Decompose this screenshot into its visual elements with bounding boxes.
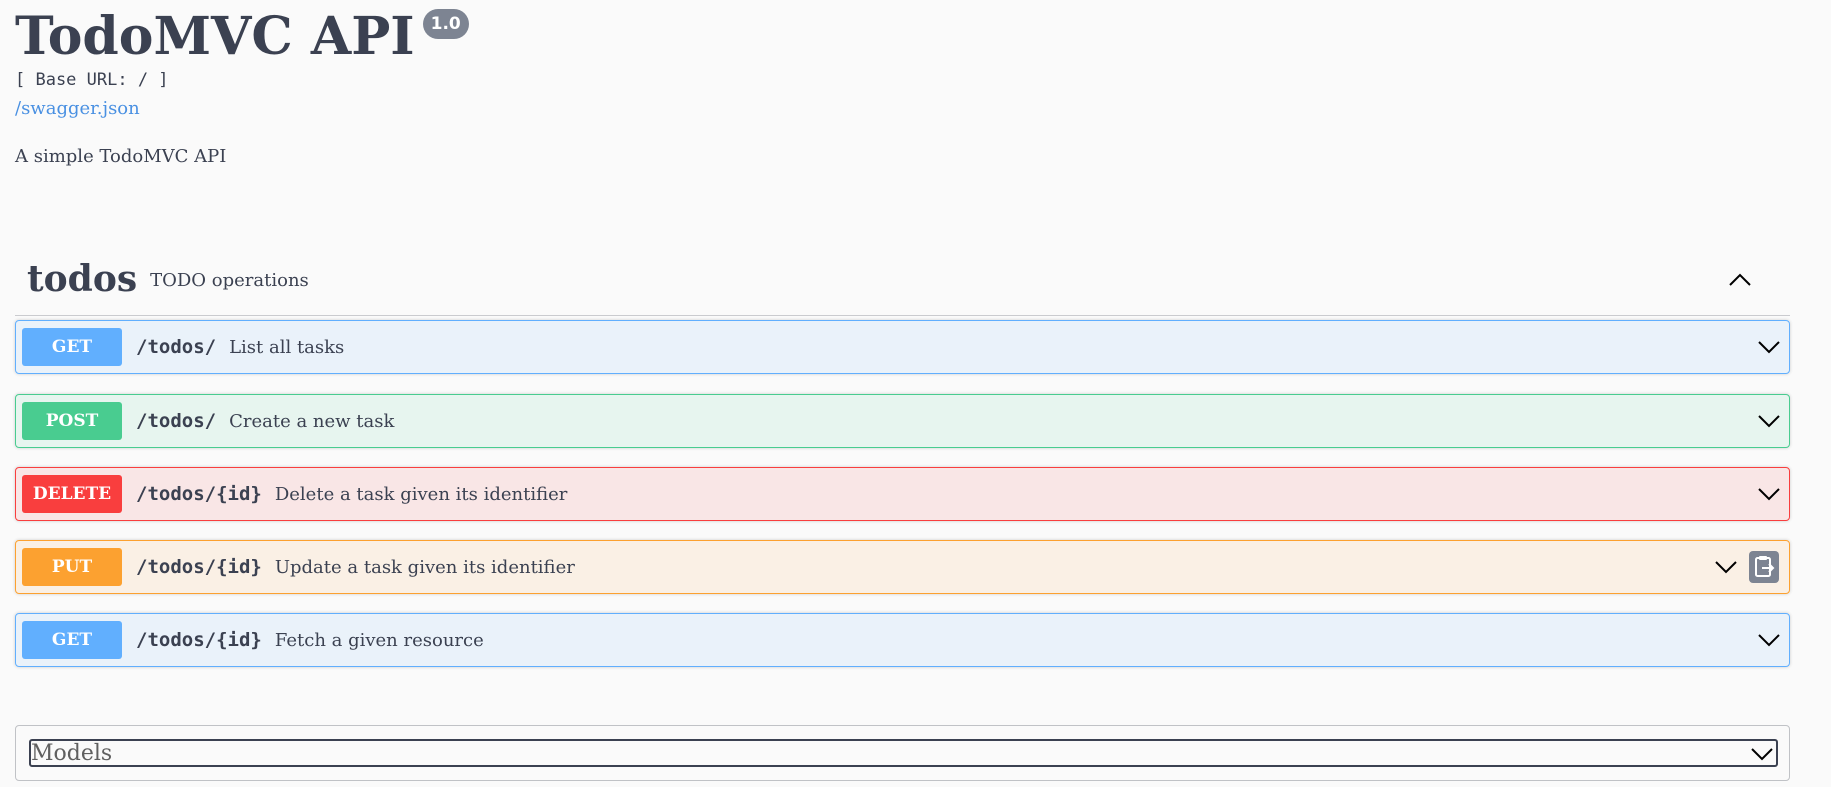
operation-path: /todos/{id} xyxy=(136,629,262,651)
version-badge: 1.0 xyxy=(422,9,469,39)
swagger-json-link[interactable]: /swagger.json xyxy=(15,98,140,120)
operation-path: /todos/{id} xyxy=(136,483,262,505)
swagger-ui-page: TodoMVC API 1.0 [ Base URL: / ] /swagger… xyxy=(0,0,1831,787)
tag-name: todos xyxy=(27,258,138,300)
operation-get-todo[interactable]: GET /todos/{id} Fetch a given resource xyxy=(15,613,1790,667)
api-info: TodoMVC API 1.0 [ Base URL: / ] /swagger… xyxy=(15,6,469,168)
chevron-down-icon[interactable] xyxy=(1757,337,1781,357)
operation-path: /todos/ xyxy=(136,410,217,432)
models-toggle-button[interactable]: Models xyxy=(29,739,1778,767)
tag-header[interactable]: todos TODO operations xyxy=(15,243,1790,316)
method-badge: PUT xyxy=(22,548,122,586)
tag-section-todos: todos TODO operations xyxy=(15,243,1790,316)
api-title: TodoMVC API xyxy=(15,6,415,67)
models-label: Models xyxy=(31,741,113,766)
chevron-down-icon[interactable] xyxy=(1750,744,1774,764)
operation-summary: Create a new task xyxy=(229,410,395,432)
tag-description: TODO operations xyxy=(150,270,309,291)
method-badge: DELETE xyxy=(22,475,122,513)
operation-summary: Fetch a given resource xyxy=(274,629,484,651)
operation-get-todos[interactable]: GET /todos/ List all tasks xyxy=(15,320,1790,374)
base-url: [ Base URL: / ] xyxy=(15,70,169,90)
method-badge: GET xyxy=(22,328,122,366)
api-description: A simple TodoMVC API xyxy=(15,146,227,167)
operation-summary: Update a task given its identifier xyxy=(274,556,575,578)
operation-put-todo[interactable]: PUT /todos/{id} Update a task given its … xyxy=(15,540,1790,594)
operation-path: /todos/ xyxy=(136,336,217,358)
chevron-down-icon[interactable] xyxy=(1757,484,1781,504)
chevron-down-icon[interactable] xyxy=(1757,630,1781,650)
operation-summary: Delete a task given its identifier xyxy=(274,483,568,505)
clipboard-icon xyxy=(1755,556,1775,577)
operation-post-todos[interactable]: POST /todos/ Create a new task xyxy=(15,394,1790,448)
chevron-down-icon[interactable] xyxy=(1757,411,1781,431)
method-badge: GET xyxy=(22,621,122,659)
chevron-up-icon[interactable] xyxy=(1728,269,1752,289)
method-badge: POST xyxy=(22,402,122,440)
operation-summary: List all tasks xyxy=(229,336,345,358)
chevron-down-icon[interactable] xyxy=(1714,557,1738,577)
copy-to-clipboard-button[interactable] xyxy=(1749,551,1779,583)
operation-delete-todo[interactable]: DELETE /todos/{id} Delete a task given i… xyxy=(15,467,1790,521)
title-row: TodoMVC API 1.0 xyxy=(15,6,469,68)
models-section: Models xyxy=(15,725,1790,781)
operation-path: /todos/{id} xyxy=(136,556,262,578)
